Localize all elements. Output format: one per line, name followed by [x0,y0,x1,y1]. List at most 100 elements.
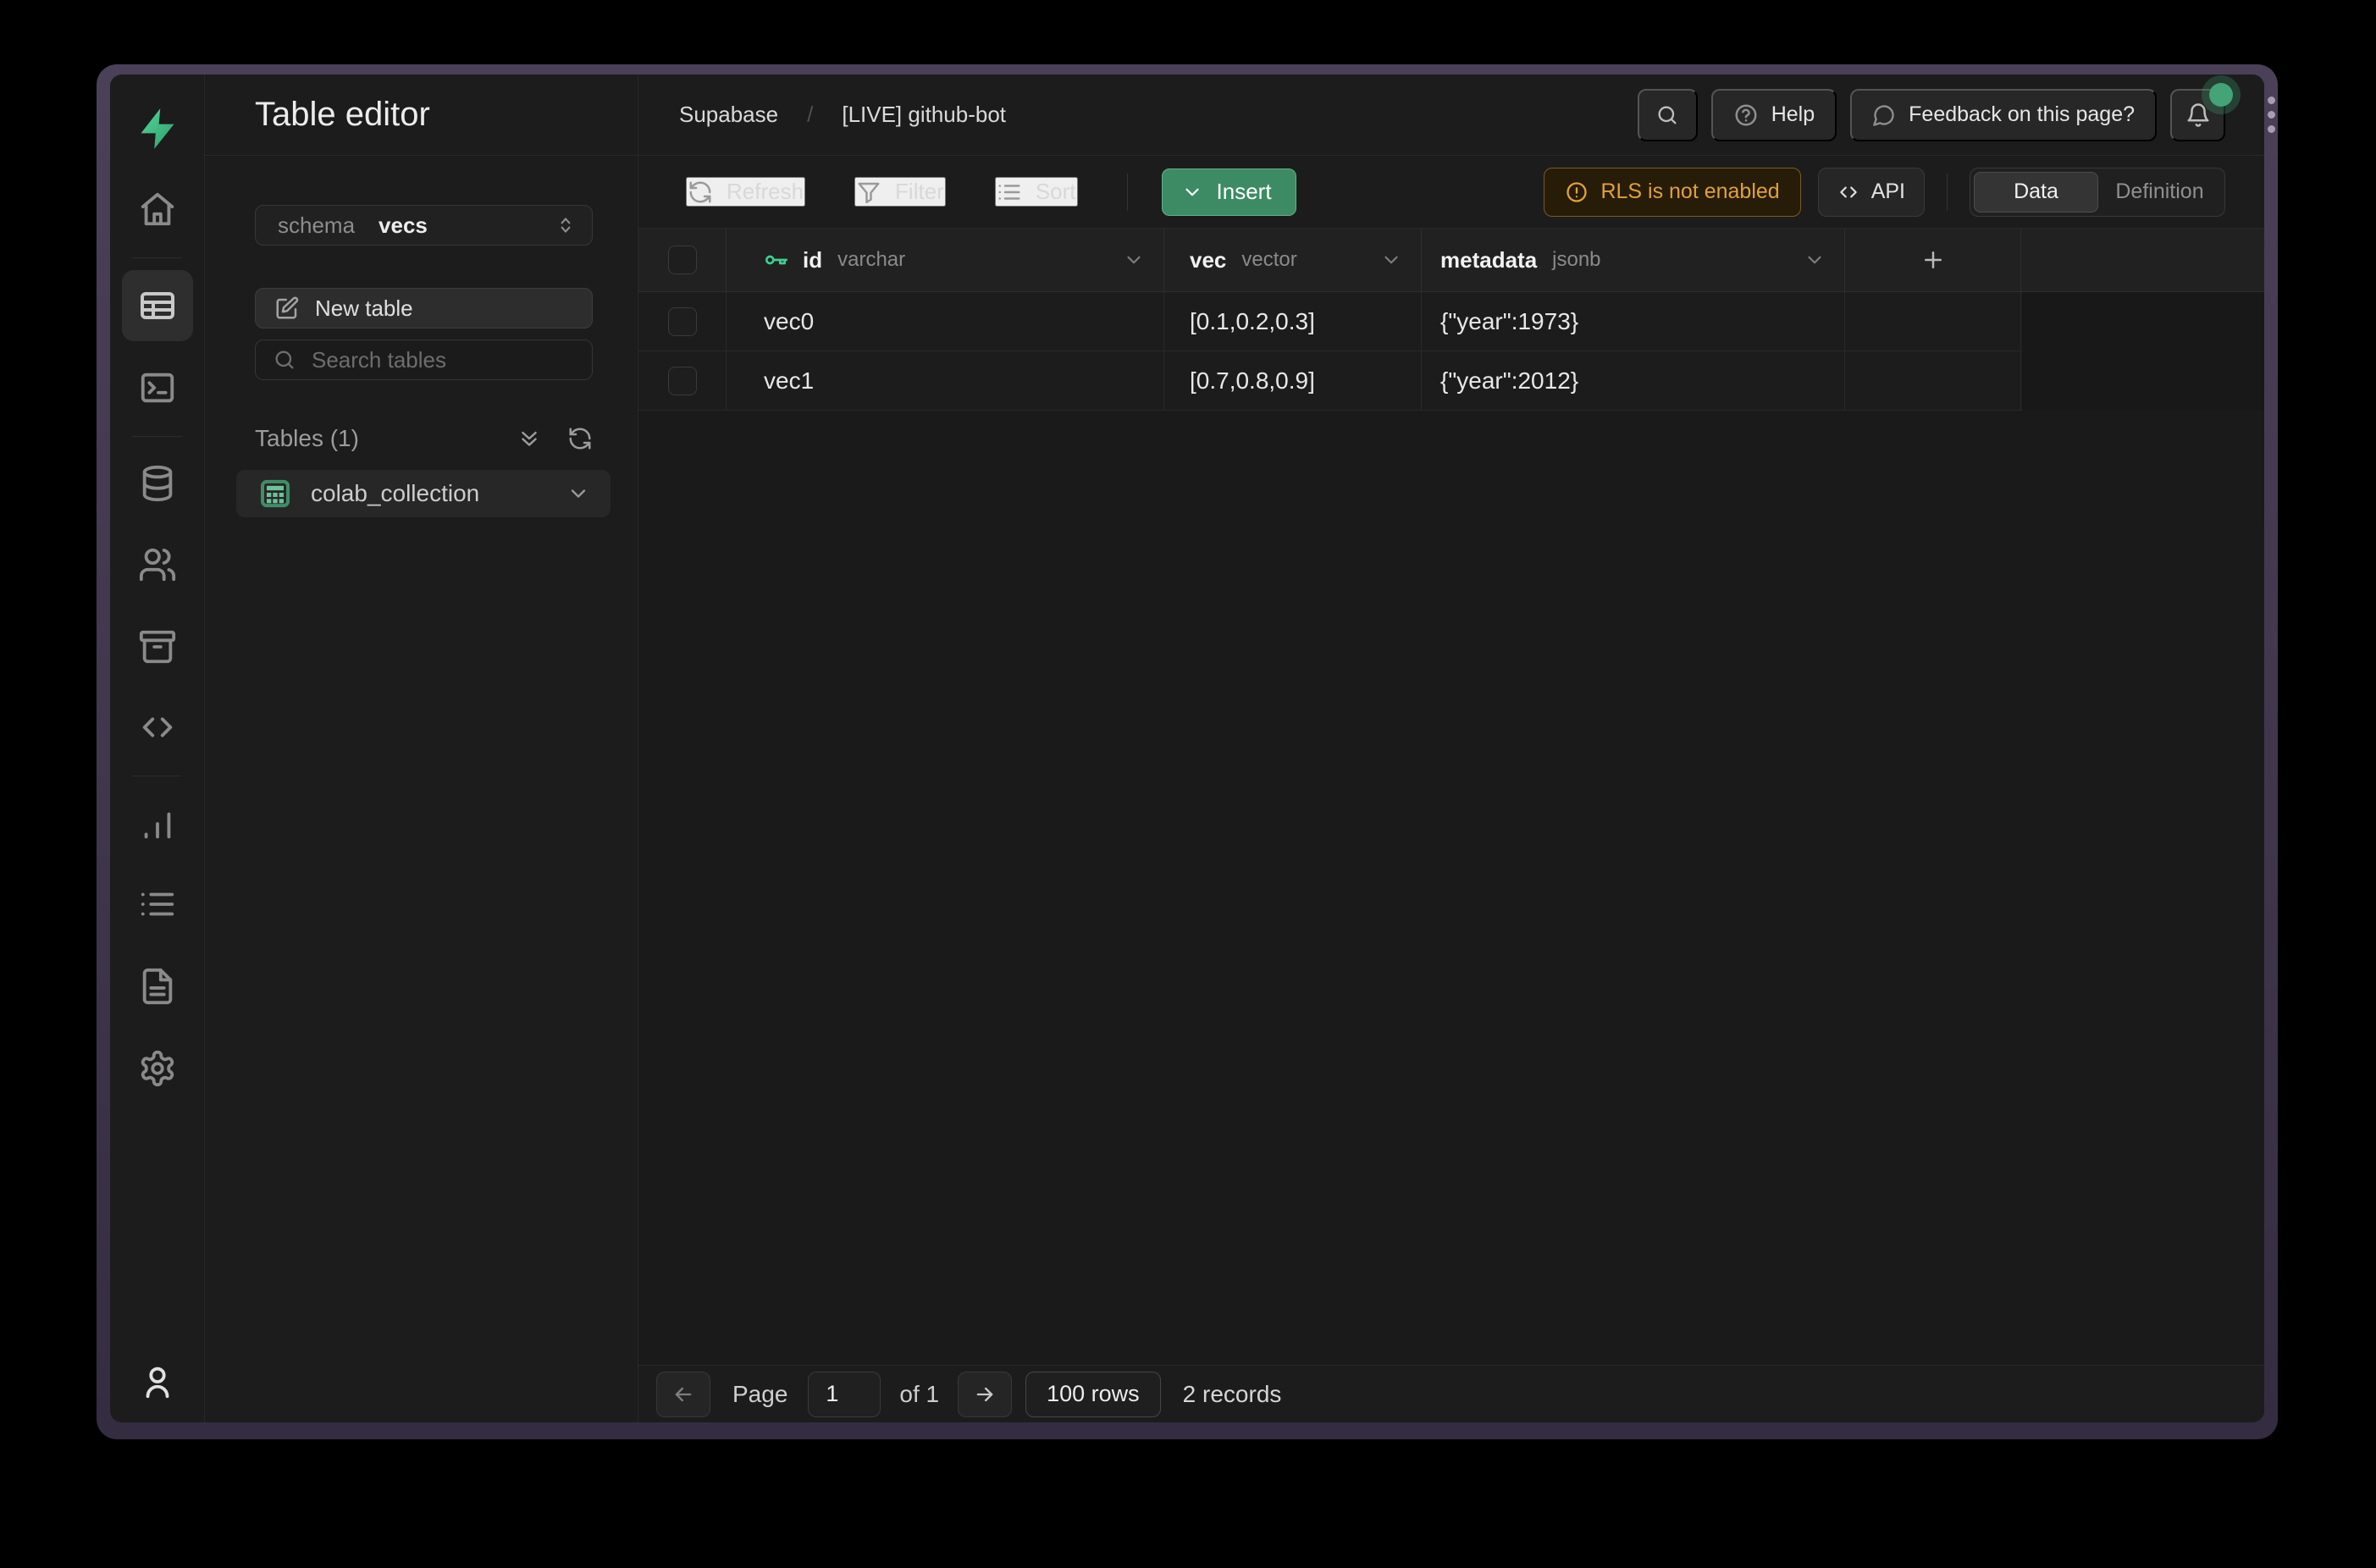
tab-definition[interactable]: Definition [2098,172,2221,213]
row-checkbox[interactable] [668,367,697,395]
cell-metadata[interactable]: {"year":1973} [1422,292,1845,351]
grid-header-row: id varchar vec vector meta [638,229,2264,292]
table-name-label: colab_collection [311,480,479,507]
refresh-tables-icon[interactable] [567,426,593,451]
tables-count-label: Tables (1) [255,425,359,452]
breadcrumb-separator: / [807,102,813,128]
bell-icon [2185,102,2211,128]
cell-metadata[interactable]: {"year":2012} [1422,351,1845,410]
row-select-cell [638,292,727,351]
search-tables-input[interactable] [312,347,566,373]
column-type: vector [1241,248,1296,272]
file-text-icon [138,967,177,1006]
cell-vec[interactable]: [0.7,0.8,0.9] [1164,351,1422,410]
column-header-vec[interactable]: vec vector [1164,229,1422,291]
feedback-button[interactable]: Feedback on this page? [1850,89,2157,141]
code-icon [138,708,177,747]
chevron-down-icon[interactable] [566,482,590,505]
column-header-metadata[interactable]: metadata jsonb [1422,229,1845,291]
refresh-button[interactable]: Refresh [686,177,805,207]
grid-toolbar: Refresh Filter Sort [638,156,2264,229]
column-menu-chevron[interactable] [1123,249,1145,271]
sidebar-item-edge-functions[interactable] [138,708,177,747]
sidebar-item-table-editor[interactable] [122,270,193,341]
sidebar-item-storage[interactable] [138,627,177,666]
page-label: Page [732,1381,787,1408]
select-all-cell [638,229,727,291]
feedback-label: Feedback on this page? [1909,102,2135,127]
plus-icon [1920,247,1946,273]
sidebar-item-sql-editor[interactable] [138,368,177,407]
data-grid: id varchar vec vector meta [638,229,2264,1365]
sidebar-item-auth[interactable] [138,545,177,584]
api-button[interactable]: API [1818,168,1925,217]
main-header: Supabase / [LIVE] github-bot Help [638,75,2264,156]
supabase-logo[interactable] [135,107,180,151]
cell-empty [1845,292,2021,351]
cell-vec[interactable]: [0.1,0.2,0.3] [1164,292,1422,351]
help-button[interactable]: Help [1711,89,1837,141]
terminal-icon [138,368,177,407]
table-row[interactable]: vec0 [0.1,0.2,0.3] {"year":1973} [638,292,2264,351]
rows-per-page-button[interactable]: 100 rows [1025,1372,1161,1417]
column-type: jsonb [1552,248,1600,272]
column-name: id [803,247,822,273]
app-window: Table editor schema vecs New table [97,64,2278,1439]
help-circle-icon [1733,102,1759,128]
sidebar-item-home[interactable] [138,190,177,229]
account-button[interactable] [138,1362,177,1401]
insert-button[interactable]: Insert [1162,168,1296,216]
new-table-label: New table [315,295,413,322]
message-bubble-icon [1872,103,1896,127]
gear-icon [138,1049,177,1088]
column-menu-chevron[interactable] [1380,249,1402,271]
pagination-footer: Page of 1 100 rows 2 records [638,1365,2264,1422]
tables-section-heading: Tables (1) [255,413,593,464]
code-icon [1837,181,1859,203]
breadcrumb-org[interactable]: Supabase [679,102,778,128]
notifications-button[interactable] [2170,89,2225,141]
refresh-label: Refresh [727,179,804,205]
database-icon [138,464,177,503]
add-column-button[interactable] [1845,229,2021,291]
sort-list-icon [997,179,1022,205]
column-header-id[interactable]: id varchar [727,229,1164,291]
sidebar-item-reports[interactable] [138,804,177,843]
sidebar-item-settings[interactable] [138,1049,177,1088]
collapse-all-icon[interactable] [517,426,542,451]
sidebar-item-database[interactable] [138,464,177,503]
tab-definition-label: Definition [2115,179,2203,204]
page-number-input[interactable] [808,1372,881,1417]
cell-id[interactable]: vec0 [727,292,1164,351]
filter-button[interactable]: Filter [854,177,946,207]
breadcrumb-project[interactable]: [LIVE] github-bot [842,102,1006,128]
tab-data-label: Data [2014,179,2058,204]
previous-page-button[interactable] [656,1372,710,1417]
breadcrumb: Supabase / [LIVE] github-bot [679,102,1006,128]
toolbar-divider [1947,174,1948,211]
sidebar-item-docs[interactable] [138,967,177,1006]
sidebar-header: Table editor [205,75,638,156]
rail-divider [132,257,182,258]
sidebar-item-logs[interactable] [138,885,177,924]
search-button[interactable] [1638,89,1698,141]
notification-status-dot [2209,83,2233,107]
primary-key-icon [764,246,791,273]
next-page-button[interactable] [958,1372,1012,1417]
column-menu-chevron[interactable] [1804,249,1826,271]
select-all-checkbox[interactable] [668,246,697,274]
sidebar-item-colab-collection[interactable]: colab_collection [236,470,611,517]
edit-pencil-icon [274,295,300,321]
table-row[interactable]: vec1 [0.7,0.8,0.9] {"year":2012} [638,351,2264,411]
sort-button[interactable]: Sort [995,177,1078,207]
record-count: 2 records [1183,1381,1282,1408]
tab-data[interactable]: Data [1974,172,2098,213]
schema-select[interactable]: schema vecs [255,205,593,246]
new-table-button[interactable]: New table [255,288,593,329]
nav-rail [110,75,205,1422]
toolbar-divider [1127,174,1128,211]
row-checkbox[interactable] [668,307,697,336]
cell-id[interactable]: vec1 [727,351,1164,410]
bar-chart-icon [138,804,177,843]
rls-warning-badge[interactable]: RLS is not enabled [1544,168,1800,217]
